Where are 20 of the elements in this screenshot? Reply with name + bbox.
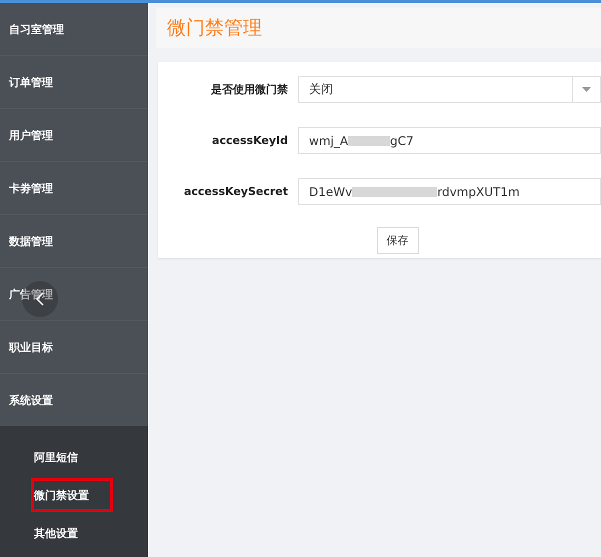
submenu-item[interactable]: 微门禁设置 xyxy=(31,478,113,512)
save-button[interactable]: 保存 xyxy=(376,227,418,254)
field-label: accessKeySecret xyxy=(182,185,289,198)
caret-icon xyxy=(582,87,591,92)
sidebar-item[interactable]: 系统设置 xyxy=(0,374,148,426)
submenu-item[interactable]: 阿里短信 xyxy=(0,438,148,476)
redaction-blur xyxy=(348,136,390,146)
field-label: 是否使用微门禁 xyxy=(210,82,289,97)
sidebar-item[interactable]: 卡劵管理 xyxy=(0,162,148,215)
sidebar-item[interactable]: 自习室管理 xyxy=(0,3,148,56)
input-field[interactable]: D1eWv rdvmpXUT1m xyxy=(298,178,601,205)
sidebar-item[interactable]: 数据管理 xyxy=(0,215,148,268)
sidebar-item[interactable]: 职业目标 xyxy=(0,321,148,374)
page-title: 微门禁管理 xyxy=(167,16,262,41)
sidebar-item[interactable]: 订单管理 xyxy=(0,56,148,109)
input-field[interactable]: wmj_A gC7 xyxy=(298,127,601,154)
sidebar-item[interactable]: 用户管理 xyxy=(0,109,148,162)
select-field[interactable]: 关闭 xyxy=(298,76,601,103)
submenu-item[interactable]: 其他设置 xyxy=(0,514,148,552)
field-label: accessKeyId xyxy=(211,134,289,147)
